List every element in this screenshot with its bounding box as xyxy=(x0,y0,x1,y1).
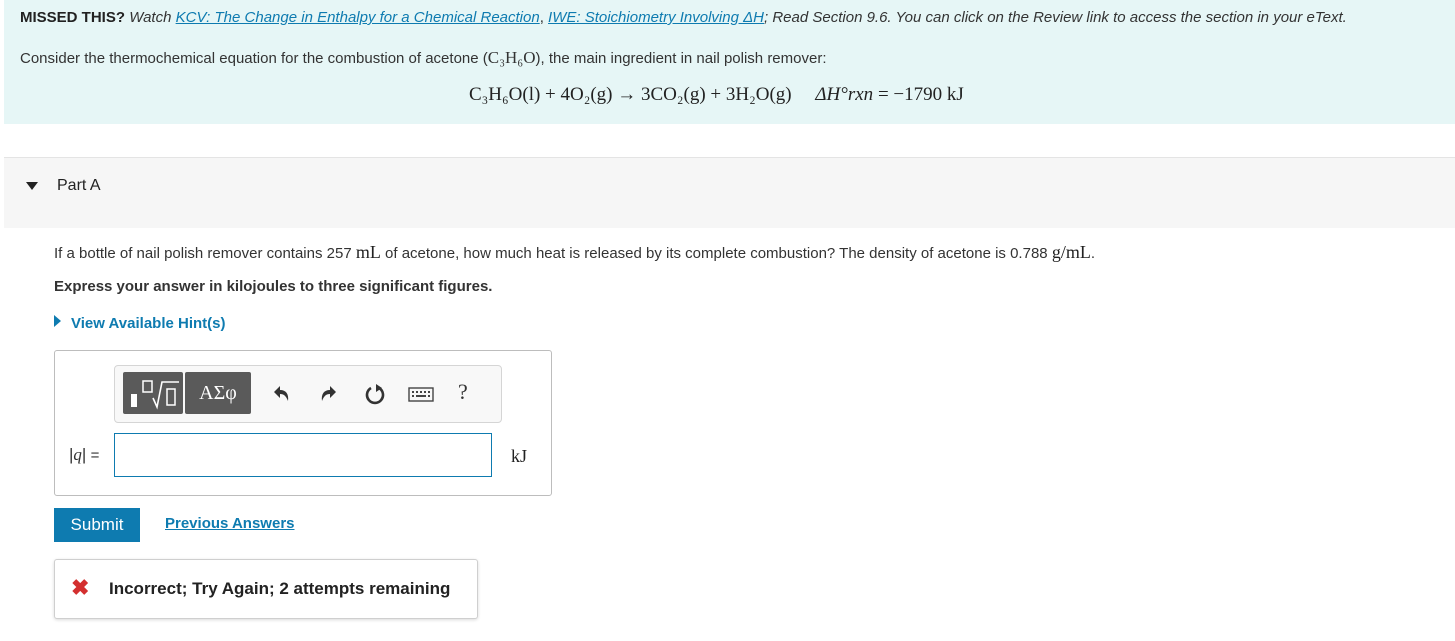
equation-reaction: C₃H₆O(l) + 4O₂(g) → 3CO₂(g) + 3H₂O(g) xyxy=(469,84,792,105)
undo-button[interactable] xyxy=(267,380,295,408)
enthalpy-value: = −1790 kJ xyxy=(877,84,964,105)
feedback-text: Incorrect; Try Again; 2 attempts remaini… xyxy=(109,579,451,598)
question-text: If a bottle of nail polish remover conta… xyxy=(54,242,1095,263)
feedback-box: ✖ Incorrect; Try Again; 2 attempts remai… xyxy=(54,559,478,619)
answer-panel: ΑΣφ ? |q| = kJ xyxy=(54,350,552,496)
math-toolbar: ΑΣφ ? xyxy=(114,365,502,423)
answer-unit: kJ xyxy=(511,446,528,466)
part-a-header[interactable]: Part A xyxy=(4,157,1455,228)
hints-label: View Available Hint(s) xyxy=(71,315,226,332)
watch-text: Watch xyxy=(129,9,172,26)
question-pre: If a bottle of nail polish remover conta… xyxy=(54,245,352,262)
thermochemical-equation: C₃H₆O(l) + 4O₂(g) → 3CO₂(g) + 3H₂O(g) ΔH… xyxy=(469,84,964,106)
kcv-link[interactable]: KCV: The Change in Enthalpy for a Chemic… xyxy=(176,9,540,26)
previous-answers-link[interactable]: Previous Answers xyxy=(165,515,295,532)
question-mid: of acetone, how much heat is released by… xyxy=(385,245,1048,262)
missed-this-banner: MISSED THIS? Watch KCV: The Change in En… xyxy=(4,0,1455,124)
volume-unit: mL xyxy=(355,242,381,262)
banner-rest-text: ; Read Section 9.6. You can click on the… xyxy=(764,9,1347,26)
templates-icon xyxy=(131,380,179,410)
submit-button[interactable]: Submit xyxy=(54,508,140,542)
question-post: . xyxy=(1090,245,1095,262)
answer-equals: = xyxy=(90,447,100,464)
intro-text: Consider the thermochemical equation for… xyxy=(20,48,827,68)
enthalpy-label: ΔH°rxn xyxy=(815,84,874,105)
reset-button[interactable] xyxy=(361,380,389,408)
link-separator: , xyxy=(539,9,544,26)
help-button[interactable]: ? xyxy=(458,379,468,405)
greek-symbols-button[interactable]: ΑΣφ xyxy=(185,372,251,414)
templates-button[interactable] xyxy=(123,372,183,414)
reset-icon xyxy=(365,384,385,405)
incorrect-x-icon: ✖ xyxy=(71,575,90,600)
abs-bar-right: | xyxy=(81,445,87,464)
answer-variable: q xyxy=(73,445,82,464)
part-title: Part A xyxy=(57,177,101,194)
missed-this-label: MISSED THIS? xyxy=(20,9,126,26)
answer-instruction: Express your answer in kilojoules to thr… xyxy=(54,278,493,295)
iwe-link[interactable]: IWE: Stoichiometry Involving ΔH xyxy=(548,9,764,26)
view-hints-link[interactable]: View Available Hint(s) xyxy=(54,315,226,332)
intro-pre: Consider the thermochemical equation for… xyxy=(20,50,488,67)
answer-input[interactable] xyxy=(114,433,492,477)
redo-icon xyxy=(321,386,336,401)
answer-label: |q| = xyxy=(69,445,99,465)
keyboard-button[interactable] xyxy=(407,380,435,408)
intro-formula: C₃H₆O xyxy=(487,48,536,67)
intro-post: ), the main ingredient in nail polish re… xyxy=(535,50,827,67)
undo-icon xyxy=(274,386,289,401)
banner-text: MISSED THIS? Watch KCV: The Change in En… xyxy=(20,8,1430,28)
redo-button[interactable] xyxy=(315,380,343,408)
keyboard-icon xyxy=(408,387,434,402)
density-unit: g/mL xyxy=(1051,242,1091,262)
expand-triangle-icon xyxy=(54,315,61,327)
collapse-caret-icon[interactable] xyxy=(26,182,38,190)
